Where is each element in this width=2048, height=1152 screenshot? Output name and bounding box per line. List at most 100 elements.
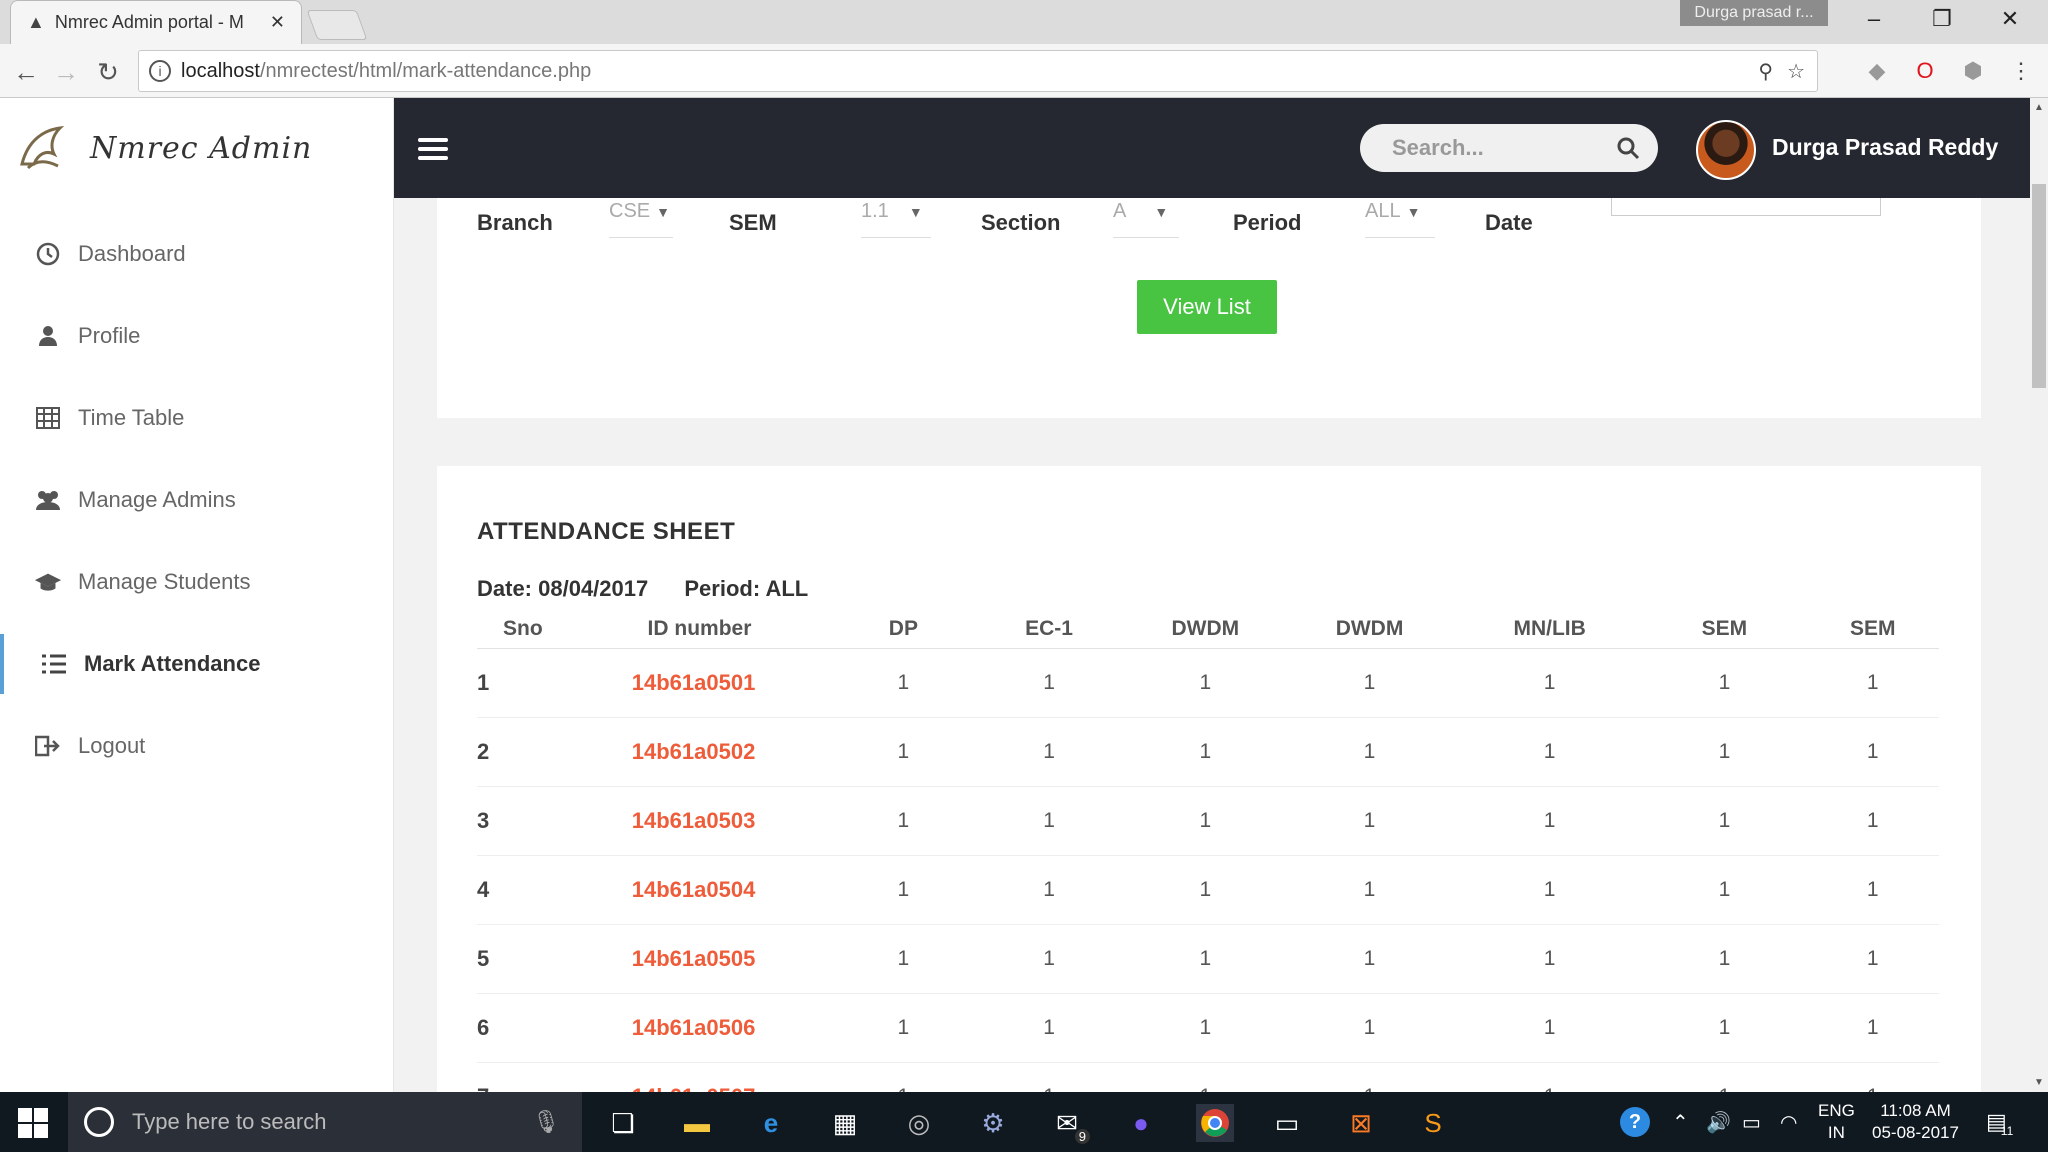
branch-select[interactable]: CSE ▼ [609, 198, 673, 238]
taskbar-search-input[interactable]: Type here to search 🎙 [68, 1092, 582, 1152]
browser-tab[interactable]: ▲ Nmrec Admin portal - M ✕ [10, 0, 302, 44]
windows-taskbar: Type here to search 🎙 ❏ ▬ e ▦ ◎ ⚙ ✉ 9 ● ▭… [0, 1092, 2048, 1152]
clock-time: 11:08 AM [1880, 1101, 1951, 1120]
file-explorer-icon[interactable]: ▬ [678, 1104, 716, 1142]
attendance-cell: 1 [969, 1062, 1129, 1092]
table-row: 2 14b61a0502 1 1 1 1 1 1 1 [477, 717, 1939, 787]
attendance-cell: 1 [1128, 717, 1283, 787]
user-name[interactable]: Durga Prasad Reddy [1772, 134, 1998, 161]
avatar[interactable] [1696, 120, 1756, 180]
sem-label: SEM [729, 210, 777, 235]
attendance-cell: 1 [1282, 1062, 1457, 1092]
attendance-cell: 1 [1806, 717, 1939, 787]
users-icon [34, 486, 62, 514]
sidebar-item-profile[interactable]: Profile [0, 306, 394, 366]
attendance-cell: 1 [1456, 855, 1643, 925]
windows-start-icon[interactable] [18, 1108, 48, 1138]
forward-icon[interactable]: → [46, 52, 86, 92]
sidebar-item-manage-admins[interactable]: Manage Admins [0, 470, 394, 530]
microphone-icon[interactable]: 🎙 [532, 1109, 560, 1135]
student-id-link[interactable]: 14b61a0507 [561, 1062, 838, 1092]
notification-icon[interactable]: ▤ 11 [1986, 1092, 2013, 1152]
url-field[interactable]: i localhost/nmrectest/html/mark-attendan… [138, 50, 1818, 92]
clock[interactable]: 11:08 AM 05-08-2017 [1872, 1092, 1959, 1152]
attendance-cell: 1 [1806, 855, 1939, 925]
sidebar-item-dashboard[interactable]: Dashboard [0, 224, 394, 284]
back-icon[interactable]: ← [6, 52, 46, 92]
sidebar-item-logout[interactable]: Logout [0, 716, 394, 776]
section-select[interactable]: A ▼ [1113, 198, 1179, 238]
student-id-link[interactable]: 14b61a0501 [561, 648, 838, 718]
search-icon[interactable] [1616, 136, 1640, 160]
obs-icon[interactable]: ◎ [900, 1104, 938, 1142]
attendance-cell: 1 [1806, 993, 1939, 1063]
extension-box-icon[interactable]: ⬢ [1958, 56, 1988, 86]
student-id-link[interactable]: 14b61a0505 [561, 924, 838, 994]
table-row: 4 14b61a0504 1 1 1 1 1 1 1 [477, 855, 1939, 925]
student-id-link[interactable]: 14b61a0506 [561, 993, 838, 1063]
attendance-cell: 1 [837, 993, 970, 1063]
url-path: /nmrectest/html/mark-attendance.php [259, 59, 592, 82]
scroll-up-icon[interactable]: ▲ [2034, 102, 2044, 113]
attendance-cell: 1 [969, 993, 1129, 1063]
tray-overflow-icon[interactable]: ⌃ [1672, 1092, 1689, 1152]
store-icon[interactable]: ▦ [826, 1104, 864, 1142]
scroll-thumb[interactable] [2032, 184, 2046, 388]
task-view-icon[interactable]: ❏ [604, 1104, 642, 1142]
brand-logo[interactable]: Nmrec Admin [14, 120, 312, 176]
attendance-cell: 1 [1456, 993, 1643, 1063]
edge-icon[interactable]: e [752, 1104, 790, 1142]
student-id-link[interactable]: 14b61a0503 [561, 786, 838, 856]
attendance-cell: 1 [1642, 717, 1807, 787]
page-scrollbar[interactable]: ▲ ▼ [2030, 98, 2048, 1092]
period-select[interactable]: ALL ▼ [1365, 198, 1435, 238]
browser-profile-chip[interactable]: Durga prasad r... [1680, 0, 1828, 26]
student-id-link[interactable]: 14b61a0504 [561, 855, 838, 925]
mail-icon[interactable]: ✉ 9 [1048, 1104, 1090, 1144]
new-tab-button[interactable] [306, 10, 368, 40]
bird-logo-icon [20, 125, 65, 170]
attendance-cell: 1 [1642, 1062, 1807, 1092]
sheet-title: ATTENDANCE SHEET [477, 518, 736, 545]
sem-select[interactable]: 1.1 ▼ [861, 198, 931, 238]
info-icon[interactable]: i [149, 60, 171, 82]
minimize-icon[interactable]: – [1840, 0, 1908, 38]
wifi-icon[interactable]: ◠ [1780, 1092, 1797, 1152]
close-window-icon[interactable]: ✕ [1976, 0, 2044, 38]
close-tab-icon[interactable]: ✕ [270, 12, 285, 33]
scroll-down-icon[interactable]: ▼ [2034, 1077, 2044, 1088]
table-body: 1 14b61a0501 1 1 1 1 1 1 1 2 14b61a0502 1 1 1 1 1 1 1 3 14b… [477, 648, 1939, 1092]
chrome-icon[interactable] [1196, 1104, 1234, 1142]
date-input[interactable] [1611, 198, 1881, 216]
terminal-icon[interactable]: ▭ [1268, 1104, 1306, 1142]
view-list-button[interactable]: View List [1137, 280, 1277, 334]
zoom-icon[interactable]: ⚲ [1758, 59, 1773, 84]
reload-icon[interactable]: ↻ [88, 52, 128, 92]
volume-icon[interactable]: 🔊 [1706, 1092, 1731, 1152]
sidebar-item-mark-attendance[interactable]: Mark Attendance [0, 634, 394, 694]
sublime-icon[interactable]: S [1414, 1104, 1452, 1142]
sidebar-item-time-table[interactable]: Time Table [0, 388, 394, 448]
steam-icon[interactable]: ⚙ [974, 1104, 1012, 1142]
language-indicator[interactable]: ENG IN [1818, 1092, 1855, 1152]
chevron-down-icon: ▼ [908, 204, 923, 220]
brand-name: Nmrec Admin [90, 130, 313, 166]
app-purple-icon[interactable]: ● [1122, 1104, 1160, 1142]
attendance-cell: 1 [1128, 993, 1283, 1063]
sidebar-item-manage-students[interactable]: Manage Students [0, 552, 394, 612]
bookmark-star-icon[interactable]: ☆ [1787, 59, 1805, 84]
battery-icon[interactable]: ▭ [1742, 1092, 1761, 1152]
xampp-icon[interactable]: ⊠ [1342, 1104, 1380, 1142]
extension-shield-icon[interactable]: ◆ [1862, 56, 1892, 86]
attendance-cell: 1 [969, 786, 1129, 856]
restore-icon[interactable]: ❐ [1908, 0, 1976, 38]
opera-icon[interactable]: O [1910, 56, 1940, 86]
help-icon[interactable]: ? [1620, 1092, 1650, 1152]
attendance-cell: 1 [1642, 786, 1807, 856]
browser-menu-icon[interactable]: ⋮ [2006, 56, 2036, 86]
student-id-link[interactable]: 14b61a0502 [561, 717, 838, 787]
search-input[interactable]: Search... [1360, 124, 1658, 172]
section-label: Section [981, 210, 1061, 235]
sidebar-item-label: Manage Students [78, 569, 251, 594]
hamburger-menu-icon[interactable] [418, 138, 448, 160]
